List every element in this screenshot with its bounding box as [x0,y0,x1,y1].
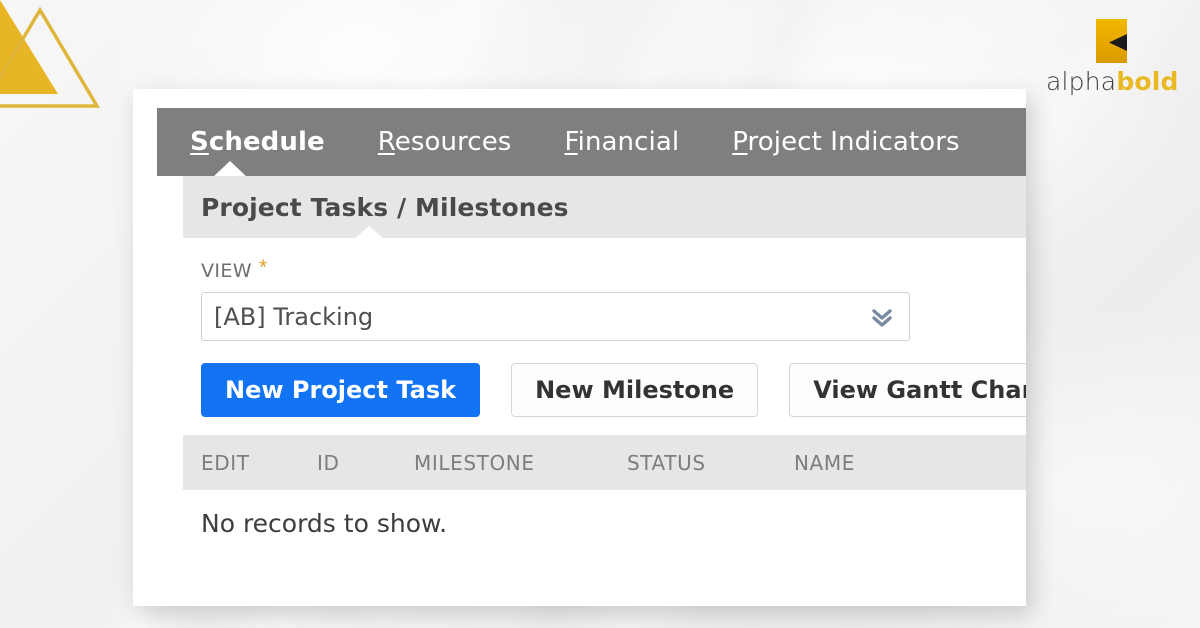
tab-project-indicators-accesskey: P [732,127,748,157]
view-label-row: VIEW * [201,256,1026,282]
column-header-edit[interactable]: EDIT [201,451,317,475]
alphabold-logo: alphabold [1046,18,1178,95]
logo-word-bold: bold [1116,67,1179,96]
empty-state-message: No records to show. [201,508,448,538]
primary-tab-bar: Schedule Resources Financial Project Ind… [157,108,1026,177]
tab-financial-accesskey: F [564,127,578,157]
app-card: Schedule Resources Financial Project Ind… [133,89,1026,606]
alphabold-logo-mark [1096,19,1127,63]
tab-resources[interactable]: Resources [378,127,512,157]
logo-word-alpha: alpha [1046,67,1117,96]
column-header-name[interactable]: NAME [794,451,934,475]
decorative-triangles [0,0,101,108]
view-select-value: [AB] Tracking [214,302,374,331]
tab-financial[interactable]: Financial [564,127,679,157]
view-select[interactable]: [AB] Tracking [201,292,910,341]
action-button-row: New Project Task New Milestone View Gant… [183,363,1026,435]
tasks-table: EDIT ID MILESTONE STATUS NAME No records… [183,435,1026,556]
gold-triangle-filled [0,0,58,94]
required-asterisk: * [259,256,268,279]
tab-project-indicators-label: roject Indicators [747,127,960,157]
view-gantt-chart-button[interactable]: View Gantt Chart [789,363,1026,417]
column-header-milestone[interactable]: MILESTONE [414,451,627,475]
tab-project-indicators[interactable]: Project Indicators [732,127,959,157]
new-milestone-button[interactable]: New Milestone [511,363,759,417]
alphabold-wordmark: alphabold [1046,69,1178,95]
new-project-task-button[interactable]: New Project Task [201,363,481,417]
tab-schedule-accesskey: S [190,127,209,157]
tab-schedule[interactable]: Schedule [190,127,325,157]
tab-schedule-label: chedule [208,127,325,157]
tab-resources-accesskey: R [377,127,395,157]
view-label: VIEW [201,260,252,282]
table-header-row: EDIT ID MILESTONE STATUS NAME [183,435,1026,490]
tab-financial-label: inancial [577,127,680,157]
section-header-pointer [354,226,384,239]
table-body: No records to show. [183,490,1026,556]
section-header: Project Tasks / Milestones [183,176,1026,239]
column-header-id[interactable]: ID [317,451,414,475]
double-chevron-down-icon [872,308,892,327]
column-header-status[interactable]: STATUS [627,451,794,475]
view-field-block: VIEW * [AB] Tracking [183,238,1026,363]
active-tab-pointer [213,161,247,177]
page-title: Project Tasks / Milestones [201,192,569,222]
tab-resources-label: esources [394,127,512,157]
